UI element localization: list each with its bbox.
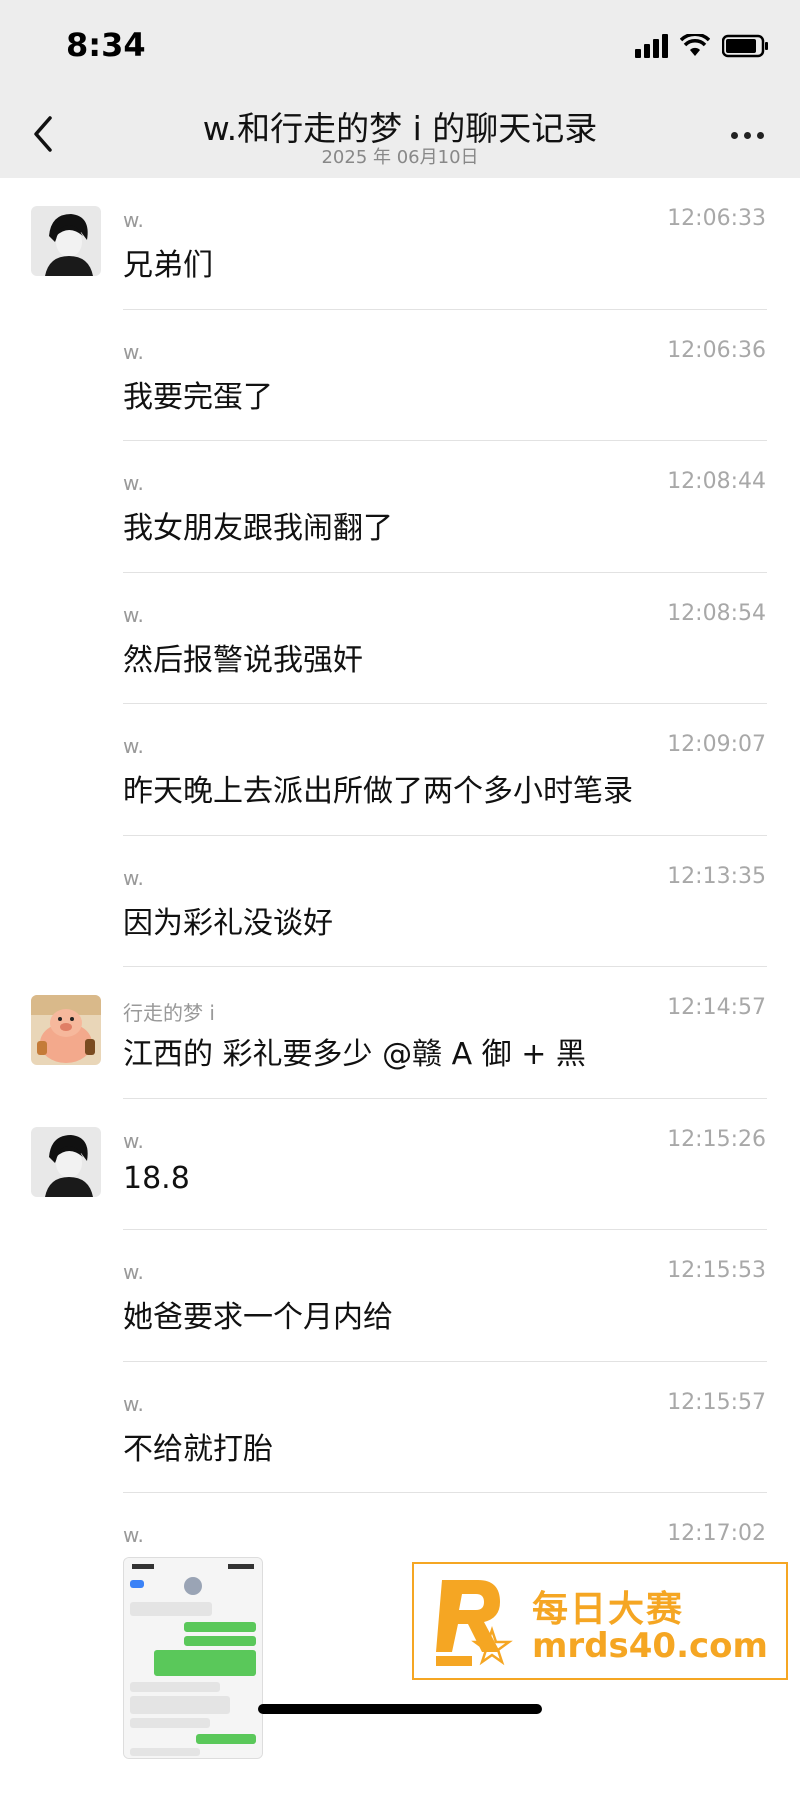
watermark-banner: 每日大赛 mrds40.com [412,1562,788,1680]
message-time: 12:15:26 [667,1126,766,1152]
message-time: 12:13:35 [667,863,766,889]
image-thumbnail[interactable] [123,1557,263,1759]
watermark-url: mrds40.com [532,1626,768,1666]
message-sender: 行走的梦 i [123,1001,215,1025]
black-hair-avatar-icon [31,206,101,276]
message-sender: w. [123,1391,144,1416]
message-sender: w. [123,1523,144,1547]
message-time: 12:14:57 [667,995,766,1020]
signal-icon [635,34,668,58]
list-item[interactable]: w. 12:15:26 18.8 [0,1099,800,1230]
list-item[interactable]: w. 12:13:35 因为彩礼没谈好 [0,836,800,967]
status-icons [635,34,770,58]
page-subtitle-date: 2025 年 06月10日 [321,147,479,168]
message-text: 然后报警说我强奸 [123,642,363,678]
top-bar: 8:34 w.和行走的梦 i 的聊天记录 2025 年 06月10日 [0,0,800,178]
cartoon-pig-avatar-icon [31,995,101,1065]
list-item[interactable]: w. 12:06:36 我要完蛋了 [0,310,800,441]
message-text: 我要完蛋了 [123,379,273,415]
home-indicator[interactable] [258,1704,542,1714]
message-sender: w. [123,734,144,758]
list-item[interactable]: w. 12:06:33 兄弟们 [0,178,800,310]
message-time: 12:06:33 [667,206,766,231]
avatar[interactable] [31,1126,101,1197]
chat-screenshot-image-icon [124,1558,262,1758]
avatar[interactable] [31,206,101,276]
message-sender: w. [123,1128,144,1153]
message-time: 12:08:54 [667,600,766,626]
message-sender: w. [123,865,144,890]
black-hair-avatar-icon [31,1126,101,1197]
list-item[interactable]: w. 12:15:57 不给就打胎 [0,1362,800,1493]
message-time: 12:17:02 [667,1521,766,1546]
message-time: 12:09:07 [667,732,766,757]
message-sender: w. [123,1260,144,1284]
list-item[interactable]: w. 12:08:44 我女朋友跟我闹翻了 [0,441,800,573]
message-time: 12:08:44 [667,469,766,494]
list-item[interactable]: w. 12:08:54 然后报警说我强奸 [0,573,800,704]
more-button[interactable] [731,132,764,139]
status-time: 8:34 [66,26,146,64]
watermark-title: 每日大赛 [532,1589,685,1630]
message-text: 江西的 彩礼要多少 @赣 A 御 + 黑 [123,1037,586,1072]
message-sender: w. [123,339,144,364]
message-text: 兄弟们 [123,248,213,283]
message-text: 她爸要求一个月内给 [123,1300,393,1335]
list-item[interactable]: w. 12:09:07 昨天晚上去派出所做了两个多小时笔录 [0,704,800,836]
list-item[interactable]: 行走的梦 i 12:14:57 江西的 彩礼要多少 @赣 A 御 + 黑 [0,967,800,1099]
message-time: 12:15:53 [667,1258,766,1283]
message-text: 因为彩礼没谈好 [123,905,333,941]
more-icon [731,132,738,139]
message-time: 12:15:57 [667,1389,766,1415]
message-text: 不给就打胎 [123,1431,273,1467]
message-time: 12:06:36 [667,337,766,363]
message-text: 昨天晚上去派出所做了两个多小时笔录 [123,774,633,809]
message-text: 我女朋友跟我闹翻了 [123,511,393,546]
chat-record-list: w. 12:06:33 兄弟们 w. 12:06:36 我要完蛋了 w. 12:… [0,178,800,1793]
message-sender: w. [123,602,144,627]
brand-logo-icon [434,1576,514,1668]
battery-icon [722,34,770,58]
message-sender: w. [123,471,144,495]
message-text: 18.8 [123,1160,190,1196]
message-sender: w. [123,208,144,232]
list-item[interactable]: w. 12:15:53 她爸要求一个月内给 [0,1230,800,1362]
avatar[interactable] [31,995,101,1065]
wifi-icon [680,34,710,58]
